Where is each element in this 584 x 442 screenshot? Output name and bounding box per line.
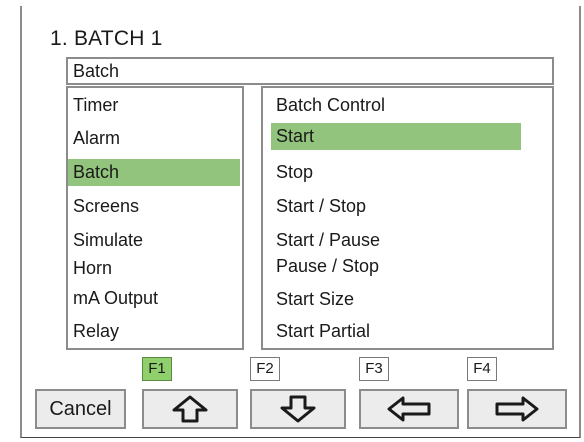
right-menu-item[interactable]: Start / Stop (271, 193, 521, 220)
right-menu-panel: Batch Control Start Stop Start / Stop St… (261, 86, 554, 350)
page-title: 1. BATCH 1 (50, 27, 163, 50)
left-menu-item[interactable]: Timer (68, 92, 240, 119)
arrow-right-icon (494, 395, 540, 423)
cancel-button[interactable]: Cancel (35, 389, 126, 429)
left-menu-item[interactable]: Horn (68, 255, 240, 282)
right-menu-item[interactable]: Batch Control (271, 92, 521, 119)
arrow-left-icon (386, 395, 432, 423)
left-menu-item[interactable]: Alarm (68, 125, 240, 152)
menu-path-bar: Batch (66, 57, 554, 85)
left-menu-item[interactable]: Simulate (68, 227, 240, 254)
left-menu-item-selected[interactable]: Batch (68, 159, 240, 186)
f4-key[interactable]: F4 (467, 357, 497, 381)
arrow-down-icon (280, 395, 316, 423)
right-button[interactable] (467, 389, 567, 429)
left-menu-panel: Timer Alarm Batch Screens Simulate Horn … (66, 86, 244, 350)
right-menu-item-selected[interactable]: Start (271, 123, 521, 150)
left-menu-item[interactable]: mA Output (68, 285, 240, 312)
right-menu-item[interactable]: Start Partial (271, 318, 521, 345)
f1-key[interactable]: F1 (142, 357, 172, 381)
right-menu-item[interactable]: Pause / Stop (271, 253, 521, 280)
f3-key[interactable]: F3 (359, 357, 389, 381)
f2-key[interactable]: F2 (250, 357, 280, 381)
left-menu-item[interactable]: Screens (68, 193, 240, 220)
left-button[interactable] (359, 389, 459, 429)
right-menu-item[interactable]: Start Size (271, 286, 521, 313)
right-menu-item[interactable]: Stop (271, 159, 521, 186)
up-button[interactable] (142, 389, 238, 429)
down-button[interactable] (250, 389, 346, 429)
arrow-up-icon (172, 395, 208, 423)
left-menu-item[interactable]: Relay (68, 318, 240, 345)
right-menu-item[interactable]: Start / Pause (271, 227, 521, 254)
